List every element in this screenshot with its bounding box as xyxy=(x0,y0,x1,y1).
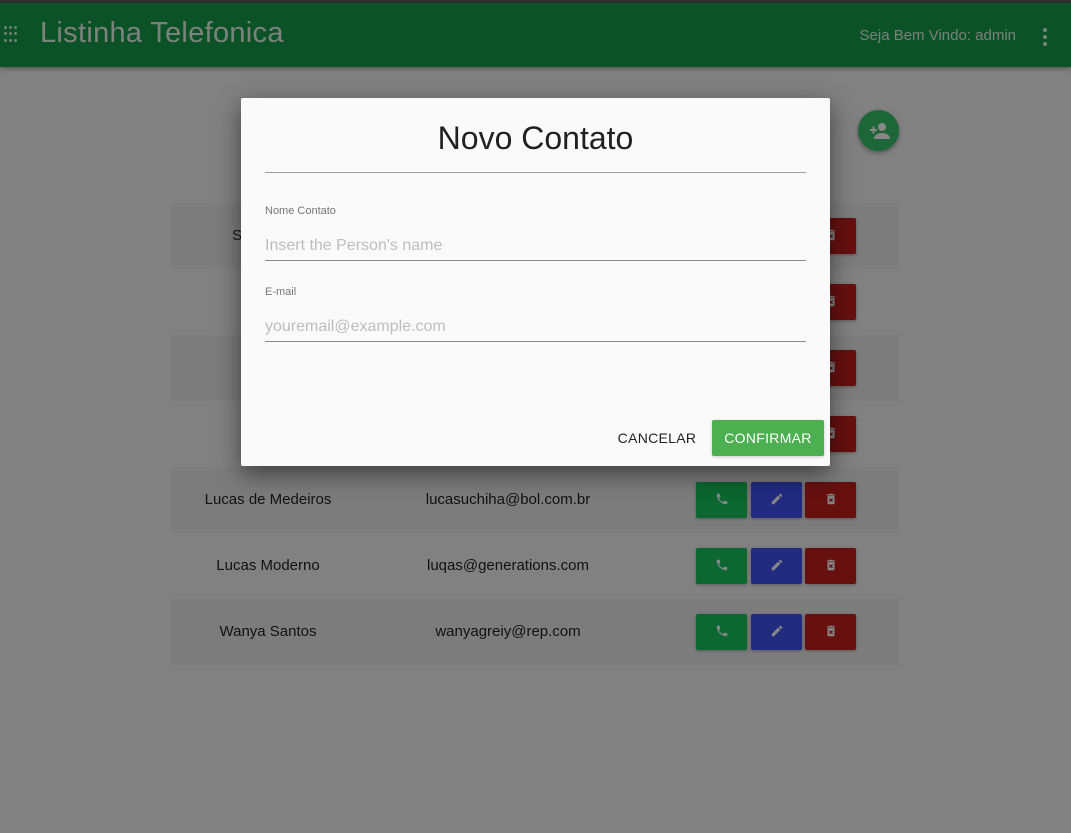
email-field-label: E-mail xyxy=(265,286,297,298)
cancel-button[interactable]: CANCELAR xyxy=(609,420,705,456)
name-input[interactable] xyxy=(265,231,806,261)
dialog-divider xyxy=(265,172,806,173)
dialog-title: Novo Contato xyxy=(437,120,634,156)
email-input[interactable] xyxy=(265,312,806,342)
name-field-label: Nome Contato xyxy=(265,205,336,217)
confirm-button[interactable]: CONFIRMAR xyxy=(712,420,824,456)
new-contact-dialog: Novo Contato Nome Contato E-mail CANCELA… xyxy=(241,98,830,466)
